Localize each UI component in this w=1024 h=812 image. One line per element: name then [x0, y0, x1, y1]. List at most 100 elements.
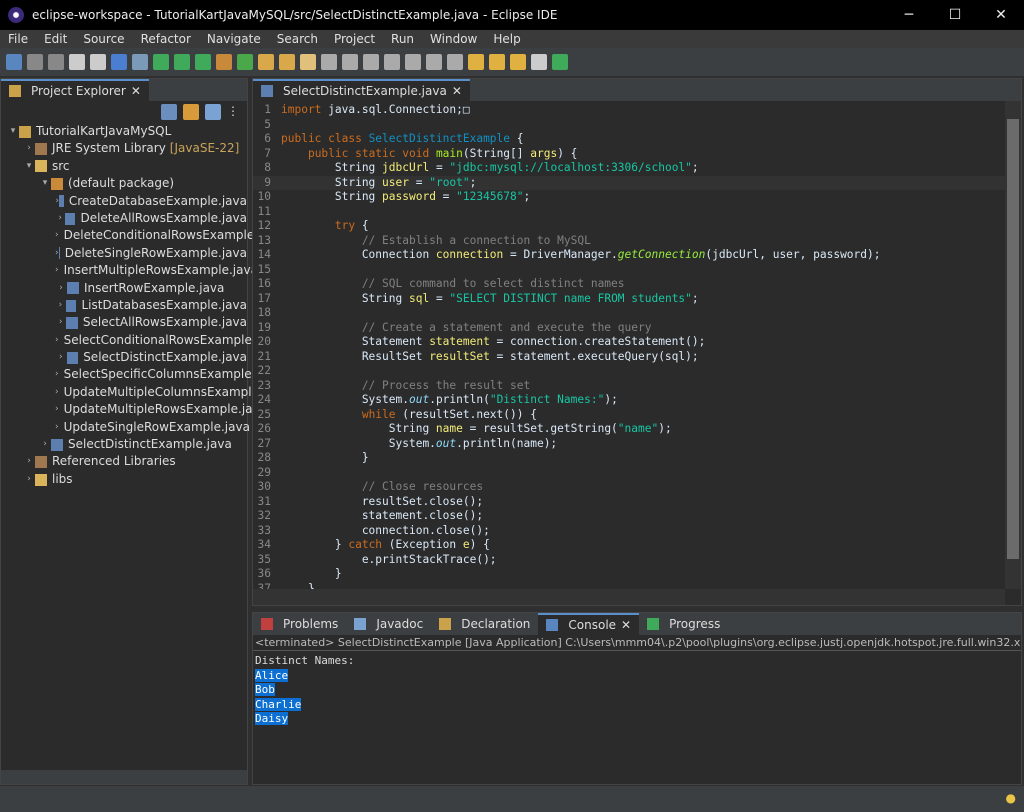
tree-item[interactable]: › CreateDatabaseExample.java [1, 193, 247, 210]
expand-toggle-icon[interactable]: ▾ [39, 175, 51, 192]
tab-progress[interactable]: Progress [639, 613, 728, 635]
toolbar-button-icon[interactable] [258, 54, 274, 70]
expand-toggle-icon[interactable]: › [55, 401, 59, 418]
tab-project-explorer[interactable]: Project Explorer ✕ [1, 79, 149, 101]
toolbar-button-icon[interactable] [132, 54, 148, 70]
tab-console[interactable]: Console ✕ [538, 613, 640, 635]
expand-toggle-icon[interactable]: › [55, 262, 59, 279]
toolbar-button-icon[interactable] [447, 54, 463, 70]
expand-toggle-icon[interactable]: › [23, 453, 35, 470]
toolbar-button-icon[interactable] [510, 54, 526, 70]
toolbar-button-icon[interactable] [216, 54, 232, 70]
menu-refactor[interactable]: Refactor [133, 30, 199, 48]
expand-toggle-icon[interactable]: › [55, 227, 59, 244]
expand-toggle-icon[interactable]: › [55, 332, 59, 349]
close-icon[interactable]: ✕ [452, 84, 462, 98]
expand-toggle-icon[interactable]: › [39, 436, 51, 453]
toolbar-button-icon[interactable] [69, 54, 85, 70]
expand-toggle-icon[interactable]: › [55, 419, 59, 436]
tree-item[interactable]: › UpdateSingleRowExample.java [1, 419, 250, 436]
view-menu-icon[interactable]: ⋮ [227, 104, 239, 118]
tab-javadoc[interactable]: Javadoc [346, 613, 431, 635]
expand-toggle-icon[interactable]: › [55, 384, 59, 401]
tab-declaration[interactable]: Declaration [431, 613, 538, 635]
menu-edit[interactable]: Edit [36, 30, 75, 48]
tree-item[interactable]: › UpdateMultipleRowsExample.java [1, 401, 267, 418]
minimize-button[interactable]: ─ [886, 0, 932, 30]
toolbar-button-icon[interactable] [237, 54, 253, 70]
expand-toggle-icon[interactable]: ▾ [23, 158, 35, 175]
toolbar-button-icon[interactable] [342, 54, 358, 70]
expand-toggle-icon[interactable]: › [55, 297, 66, 314]
tree-item[interactable]: › DeleteConditionalRowsExample.java [1, 227, 283, 244]
expand-toggle-icon[interactable]: › [55, 314, 66, 331]
menu-run[interactable]: Run [383, 30, 422, 48]
toolbar-button-icon[interactable] [153, 54, 169, 70]
tree-item[interactable]: ▾ TutorialKartJavaMySQL [1, 123, 247, 140]
tree-item[interactable]: ▾ (default package) [1, 175, 247, 192]
toolbar-button-icon[interactable] [384, 54, 400, 70]
horizontal-scrollbar[interactable] [253, 589, 1005, 605]
toolbar-button-icon[interactable] [6, 54, 22, 70]
toolbar-button-icon[interactable] [279, 54, 295, 70]
tab-editor-file[interactable]: SelectDistinctExample.java ✕ [253, 79, 470, 101]
expand-toggle-icon[interactable]: ▾ [7, 123, 19, 140]
tree-item[interactable]: › InsertRowExample.java [1, 280, 247, 297]
expand-toggle-icon[interactable]: › [55, 366, 59, 383]
expand-toggle-icon[interactable]: › [23, 471, 35, 488]
close-icon[interactable]: ✕ [621, 618, 631, 632]
tree-item[interactable]: › DeleteAllRowsExample.java [1, 210, 247, 227]
filter-icon[interactable] [205, 104, 221, 120]
expand-toggle-icon[interactable]: › [55, 210, 65, 227]
menu-search[interactable]: Search [269, 30, 326, 48]
toolbar-button-icon[interactable] [426, 54, 442, 70]
close-button[interactable]: ✕ [978, 0, 1024, 30]
toolbar-button-icon[interactable] [531, 54, 547, 70]
lightbulb-icon[interactable]: ● [1006, 791, 1016, 805]
menu-window[interactable]: Window [422, 30, 485, 48]
menu-navigate[interactable]: Navigate [199, 30, 269, 48]
tree-item[interactable]: › InsertMultipleRowsExample.java [1, 262, 258, 279]
expand-toggle-icon[interactable]: › [55, 280, 67, 297]
tree-item[interactable]: › libs [1, 471, 247, 488]
toolbar-button-icon[interactable] [90, 54, 106, 70]
code-editor[interactable]: 1 import java.sql.Connection;□ 5 6 public cl… [253, 101, 1021, 596]
toolbar-button-icon[interactable] [174, 54, 190, 70]
tree-item[interactable]: › SelectAllRowsExample.java [1, 314, 247, 331]
tree-item[interactable]: › SelectSpecificColumnsExample.java [1, 366, 281, 383]
console-output[interactable]: Distinct Names: Alice Bob Charlie Daisy [253, 651, 1021, 730]
tab-problems[interactable]: Problems [253, 613, 346, 635]
vertical-scrollbar[interactable] [1005, 101, 1021, 589]
toolbar-button-icon[interactable] [111, 54, 127, 70]
link-editor-icon[interactable] [183, 104, 199, 120]
close-icon[interactable]: ✕ [131, 84, 141, 98]
tree-item[interactable]: › DeleteSingleRowExample.java [1, 245, 247, 262]
tree-item[interactable]: › SelectDistinctExample.java [1, 349, 247, 366]
collapse-all-icon[interactable] [161, 104, 177, 120]
horizontal-scrollbar[interactable] [1, 770, 247, 784]
toolbar-button-icon[interactable] [195, 54, 211, 70]
tree-item[interactable]: › SelectConditionalRowsExample.java [1, 332, 281, 349]
toolbar-button-icon[interactable] [27, 54, 43, 70]
toolbar-button-icon[interactable] [468, 54, 484, 70]
toolbar-button-icon[interactable] [489, 54, 505, 70]
tree-item[interactable]: › UpdateMultipleColumnsExample.java [1, 384, 288, 401]
tree-item[interactable]: › Referenced Libraries [1, 453, 247, 470]
menu-source[interactable]: Source [75, 30, 132, 48]
toolbar-button-icon[interactable] [48, 54, 64, 70]
toolbar-button-icon[interactable] [363, 54, 379, 70]
tree-item[interactable]: › SelectDistinctExample.java [1, 436, 247, 453]
tree-item[interactable]: › ListDatabasesExample.java [1, 297, 247, 314]
toolbar-button-icon[interactable] [552, 54, 568, 70]
menu-project[interactable]: Project [326, 30, 383, 48]
toolbar-button-icon[interactable] [405, 54, 421, 70]
menu-file[interactable]: File [0, 30, 36, 48]
menu-help[interactable]: Help [485, 30, 528, 48]
expand-toggle-icon[interactable]: › [23, 140, 35, 157]
tree-item[interactable]: › JRE System Library [JavaSE-22] [1, 140, 247, 157]
maximize-button[interactable]: ☐ [932, 0, 978, 30]
tree-item[interactable]: ▾ src [1, 158, 247, 175]
expand-toggle-icon[interactable]: › [55, 349, 67, 366]
toolbar-button-icon[interactable] [321, 54, 337, 70]
toolbar-button-icon[interactable] [300, 54, 316, 70]
